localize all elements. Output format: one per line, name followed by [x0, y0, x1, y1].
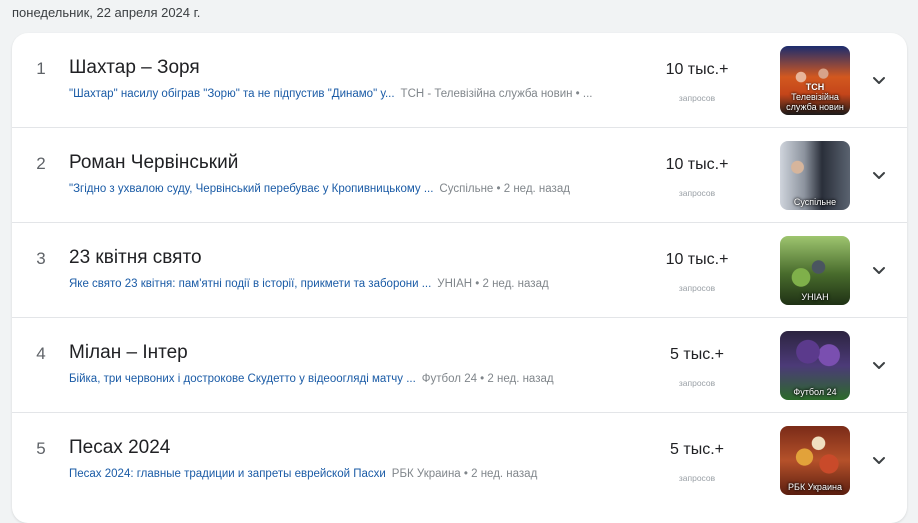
- trend-article-line: Бійка, три червоних і дострокове Скудетт…: [69, 373, 554, 385]
- trend-title[interactable]: Песах 2024: [69, 437, 170, 459]
- search-count: 5 тыс.+: [670, 441, 724, 458]
- thumbnail-source-caption: Суспільне: [793, 197, 837, 207]
- search-count-label: запросов: [678, 378, 716, 388]
- news-thumbnail[interactable]: РБК Украина: [780, 426, 850, 495]
- search-count-label: запросов: [678, 283, 716, 293]
- news-thumbnail[interactable]: УНІАН: [780, 236, 850, 305]
- trend-title[interactable]: Роман Червінський: [69, 152, 238, 174]
- article-link[interactable]: "Шахтар" насилу обіграв "Зорю" та не під…: [69, 88, 395, 100]
- article-link[interactable]: "Згідно з ухвалою суду, Червінський пере…: [69, 183, 433, 195]
- trend-row[interactable]: 2 Роман Червінський "Згідно з ухвалою су…: [12, 128, 907, 223]
- article-source: ТСН - Телевізійна служба новин • ...: [400, 88, 593, 100]
- article-source: Суспільне • 2 нед. назад: [439, 183, 570, 195]
- trend-rank: 5: [36, 439, 46, 458]
- chevron-down-icon[interactable]: [867, 68, 891, 92]
- chevron-down-icon[interactable]: [867, 163, 891, 187]
- trend-row[interactable]: 5 Песах 2024 Песах 2024: главные традици…: [12, 413, 907, 508]
- trend-row[interactable]: 3 23 квітня свято Яке свято 23 квітня: п…: [12, 223, 907, 318]
- trend-rank: 4: [36, 344, 46, 363]
- trend-title[interactable]: Шахтар – Зоря: [69, 57, 200, 79]
- search-count: 10 тыс.+: [665, 251, 729, 268]
- thumbnail-source-caption: УНІАН: [801, 292, 829, 302]
- trend-article-line: Песах 2024: главные традиции и запреты е…: [69, 468, 537, 480]
- thumbnail-source-caption: РБК Украина: [788, 482, 842, 492]
- trend-article-line: Яке свято 23 квітня: пам'ятні події в іс…: [69, 278, 549, 290]
- trend-row[interactable]: 4 Мілан – Інтер Бійка, три червоних і до…: [12, 318, 907, 413]
- search-count: 10 тыс.+: [665, 61, 729, 78]
- chevron-down-icon[interactable]: [867, 353, 891, 377]
- trend-title[interactable]: Мілан – Інтер: [69, 342, 188, 364]
- article-source: Футбол 24 • 2 нед. назад: [421, 373, 554, 385]
- thumbnail-source-caption: Футбол 24: [793, 387, 837, 397]
- article-link[interactable]: Бійка, три червоних і дострокове Скудетт…: [69, 373, 416, 385]
- trend-row[interactable]: 1 Шахтар – Зоря "Шахтар" насилу обіграв …: [12, 33, 907, 128]
- date-header: понедельник, 22 апреля 2024 г.: [12, 5, 201, 20]
- trend-title[interactable]: 23 квітня свято: [69, 247, 202, 269]
- article-source: УНІАН • 2 нед. назад: [437, 278, 549, 290]
- search-count: 10 тыс.+: [665, 156, 729, 173]
- trend-rank: 3: [36, 249, 46, 268]
- news-thumbnail[interactable]: ТСН Телевізійна служба новин: [780, 46, 850, 115]
- thumbnail-badge: ТСН: [805, 82, 825, 92]
- chevron-down-icon[interactable]: [867, 258, 891, 282]
- search-count-label: запросов: [678, 93, 716, 103]
- search-count-label: запросов: [678, 188, 716, 198]
- news-thumbnail[interactable]: Футбол 24: [780, 331, 850, 400]
- trend-article-line: "Шахтар" насилу обіграв "Зорю" та не під…: [69, 88, 592, 100]
- trends-list: 1 Шахтар – Зоря "Шахтар" насилу обіграв …: [12, 33, 907, 523]
- article-link[interactable]: Песах 2024: главные традиции и запреты е…: [69, 468, 386, 480]
- news-thumbnail[interactable]: Суспільне: [780, 141, 850, 210]
- search-count-label: запросов: [678, 473, 716, 483]
- search-count: 5 тыс.+: [670, 346, 724, 363]
- trend-rank: 2: [36, 154, 46, 173]
- chevron-down-icon[interactable]: [867, 448, 891, 472]
- trend-rank: 1: [36, 59, 46, 78]
- article-link[interactable]: Яке свято 23 квітня: пам'ятні події в іс…: [69, 278, 431, 290]
- article-source: РБК Украина • 2 нед. назад: [391, 468, 538, 480]
- trend-article-line: "Згідно з ухвалою суду, Червінський пере…: [69, 183, 570, 195]
- thumbnail-source-caption: Телевізійна служба новин: [786, 92, 844, 112]
